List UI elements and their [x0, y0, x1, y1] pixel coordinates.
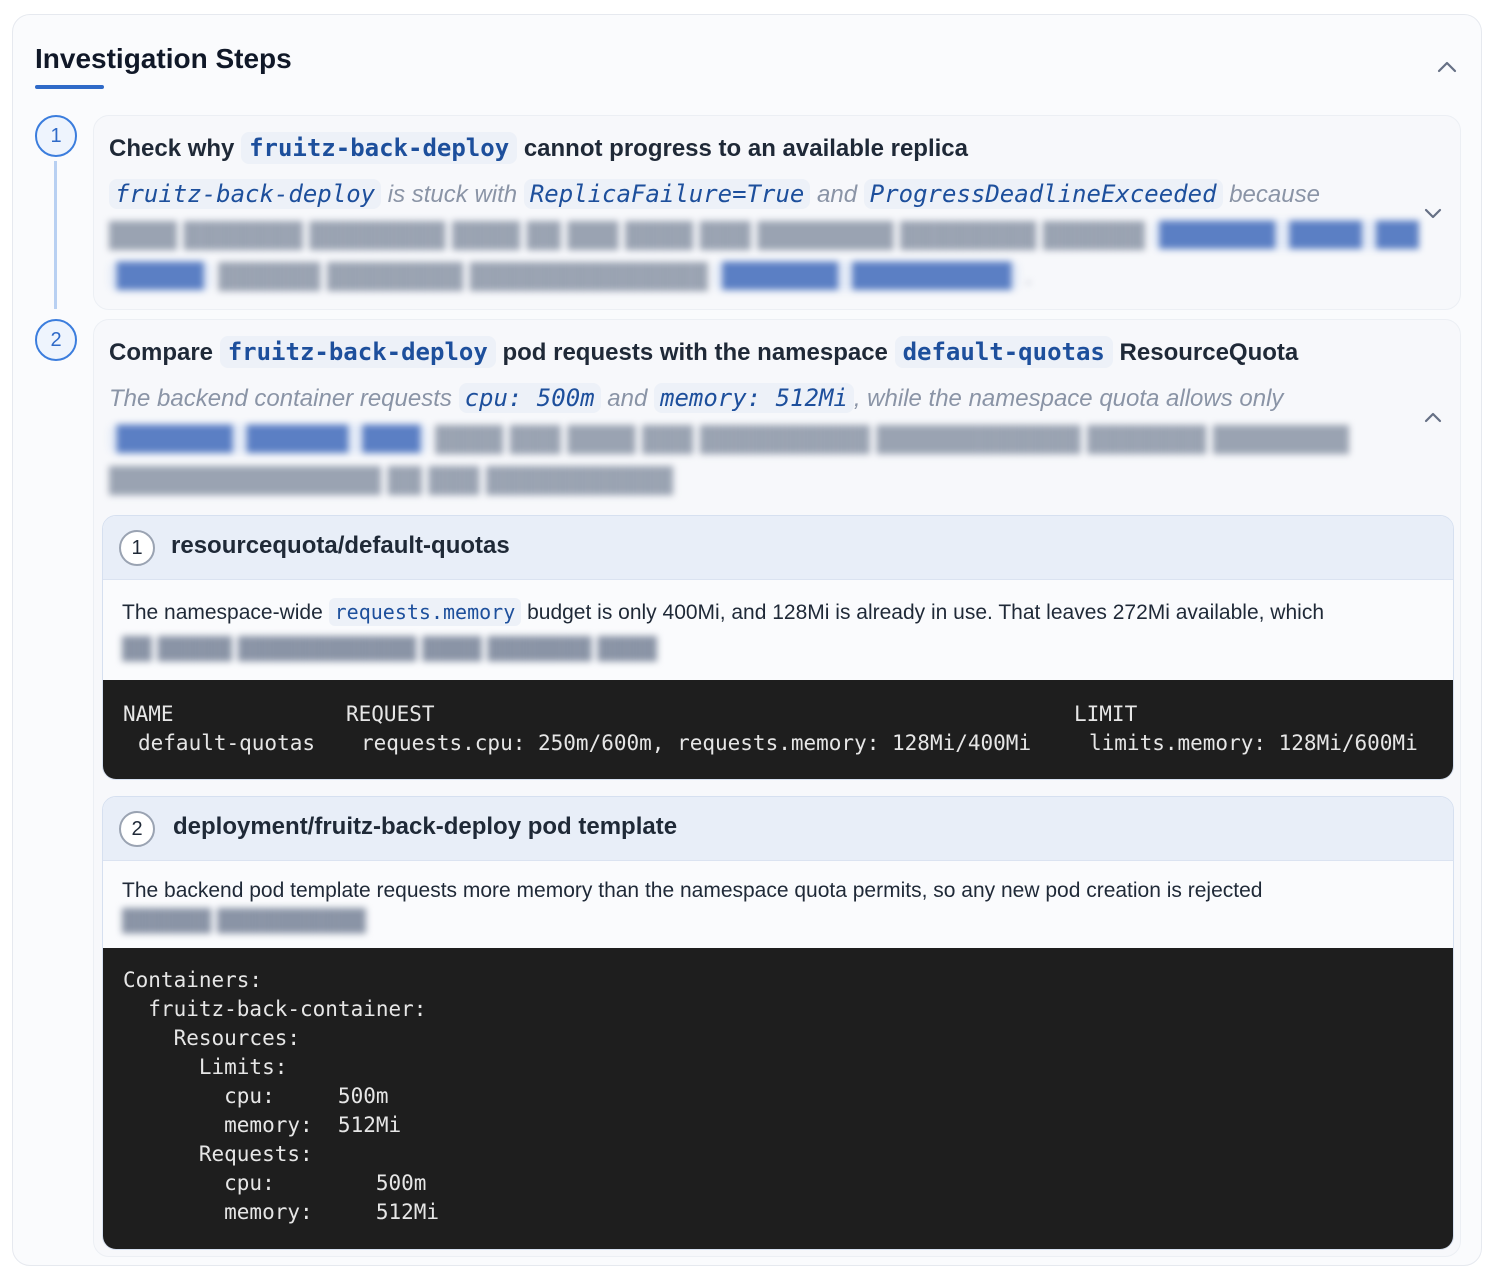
header-limit: LIMIT: [1074, 702, 1138, 726]
evidence-number: 2: [119, 811, 155, 847]
step-title-text: Compare: [109, 339, 214, 366]
row-request: requests.cpu: 250m/600m, requests.memory…: [361, 731, 1032, 755]
evidence-header[interactable]: 1 resourcequota/default-quotas: [103, 516, 1453, 580]
terminal-line: memory: 512Mi: [123, 1200, 440, 1224]
blurred-text: ██ █████ ████████████ ████ ███████ ████: [122, 637, 658, 660]
body-text: budget is only 400Mi, and 128Mi is alrea…: [527, 601, 1324, 624]
title-underline: [35, 85, 104, 89]
evidence-title: resourcequota/default-quotas: [171, 532, 510, 559]
evidence-body: The namespace-wide requests.memory budge…: [122, 594, 1442, 665]
evidence-body: The backend pod template requests more m…: [122, 873, 1442, 937]
step-title-text: pod requests with the namespace: [502, 339, 888, 366]
step-card-2[interactable]: Compare fruitz-back-deploy pod requests …: [93, 319, 1461, 1257]
step-description: fruitz-back-deploy is stuck with Replica…: [109, 174, 1419, 297]
code-chip: ReplicaFailure=True: [523, 179, 811, 209]
terminal-output: Containers: fruitz-back-container: Resou…: [103, 948, 1453, 1249]
terminal-line: cpu: 500m: [123, 1084, 389, 1108]
quota-chip: default-quotas: [894, 336, 1113, 368]
step-title-text: cannot progress to an available replica: [523, 135, 968, 162]
step-number: 1: [35, 115, 77, 157]
deployment-chip: fruitz-back-deploy: [219, 336, 496, 368]
code-chip: ProgressDeadlineExceeded: [863, 179, 1223, 209]
header-request: REQUEST: [346, 702, 435, 726]
step-number: 2: [35, 319, 77, 361]
desc-text: because: [1229, 181, 1320, 208]
terminal-line: fruitz-back-container:: [123, 997, 427, 1021]
terminal-output: NAME REQUEST LIMIT default-quotas reques…: [103, 680, 1453, 779]
step-title-text: ResourceQuota: [1119, 339, 1299, 366]
evidence-header[interactable]: 2 deployment/fruitz-back-deploy pod temp…: [103, 797, 1453, 861]
code-chip: memory: 512Mi: [654, 383, 854, 413]
chevron-up-icon[interactable]: [1420, 404, 1446, 430]
panel-title: Investigation Steps: [35, 43, 292, 74]
blurred-text: ██████ ██████ ████████ ██████████████ ██…: [109, 256, 1419, 297]
terminal-line: Resources:: [123, 1026, 301, 1050]
desc-text: , while the namespace quota allows only: [853, 385, 1284, 412]
evidence-card-2: 2 deployment/fruitz-back-deploy pod temp…: [102, 796, 1454, 1250]
terminal-line: cpu: 500m: [123, 1171, 427, 1195]
row-limit: limits.memory: 128Mi/600Mi: [1089, 731, 1418, 755]
header-name: NAME: [123, 702, 174, 726]
terminal-line: memory: 512Mi: [123, 1113, 402, 1137]
body-text: The namespace-wide: [122, 601, 323, 624]
terminal-line: Limits:: [123, 1055, 288, 1079]
blurred-text: ██████ ██████████: [122, 909, 366, 932]
deployment-chip: fruitz-back-deploy: [241, 132, 518, 164]
investigation-panel: Investigation Steps 1 Check why fruitz-b…: [12, 14, 1482, 1266]
chevron-up-icon[interactable]: [1433, 53, 1461, 81]
chevron-down-icon[interactable]: [1420, 200, 1446, 226]
blurred-text: ████████ ███████ ████ ████ ███ ████ ███ …: [109, 419, 1419, 460]
code-chip: requests.memory: [328, 598, 522, 626]
blurred-text: ████ ███████ ████████ ████ ██ ███ ████ █…: [109, 215, 1419, 256]
step-description: The backend container requests cpu: 500m…: [109, 378, 1419, 501]
step-title: Check why fruitz-back-deploy cannot prog…: [109, 129, 968, 168]
desc-text: The backend container requests: [109, 385, 452, 412]
blurred-text: ████████████████ ██ ███ ███████████: [109, 467, 674, 494]
step-card-1[interactable]: Check why fruitz-back-deploy cannot prog…: [93, 115, 1461, 310]
step-title: Compare fruitz-back-deploy pod requests …: [109, 333, 1298, 372]
desc-text: is stuck with: [387, 181, 518, 208]
code-chip: cpu: 500m: [458, 383, 601, 413]
desc-text: and: [817, 181, 858, 208]
desc-text: and: [607, 385, 648, 412]
evidence-title: deployment/fruitz-back-deploy pod templa…: [173, 813, 678, 840]
step-title-text: Check why: [109, 135, 235, 162]
terminal-line: Containers:: [123, 968, 263, 992]
terminal-line: Requests:: [123, 1142, 313, 1166]
step-connector: [54, 161, 57, 309]
row-name: default-quotas: [138, 731, 316, 755]
code-chip: fruitz-back-deploy: [109, 179, 382, 209]
evidence-card-1: 1 resourcequota/default-quotas The names…: [102, 515, 1454, 780]
evidence-number: 1: [119, 530, 155, 566]
